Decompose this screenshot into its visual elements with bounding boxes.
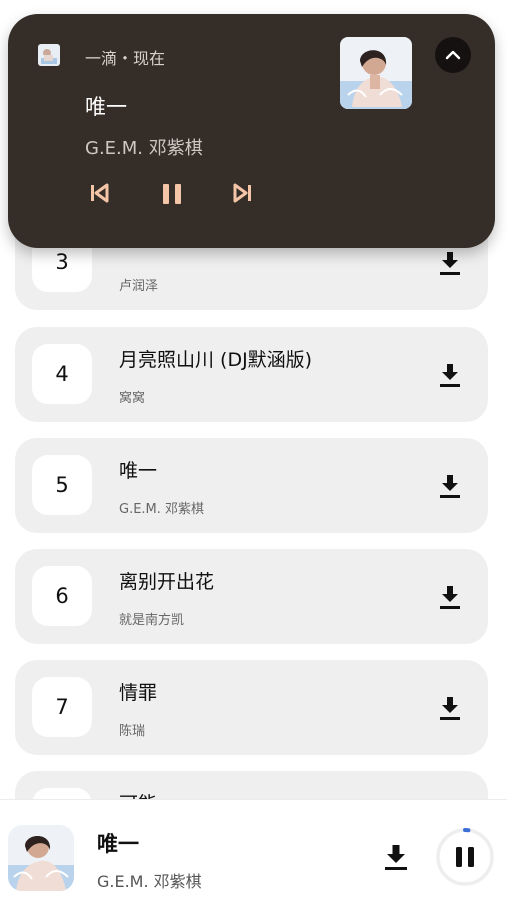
- player-artist: G.E.M. 邓紫棋: [97, 872, 202, 891]
- play-pause-button[interactable]: [436, 828, 494, 886]
- album-art: [340, 37, 412, 109]
- skip-next-icon[interactable]: [232, 182, 254, 204]
- download-icon[interactable]: [438, 249, 462, 277]
- pause-icon[interactable]: [160, 182, 184, 206]
- song-title: 可能: [119, 789, 157, 800]
- song-number: 7: [32, 677, 92, 737]
- skip-previous-icon[interactable]: [88, 182, 110, 204]
- song-card-8[interactable]: 8 可能: [15, 771, 488, 800]
- song-artist: 卢润泽: [119, 279, 159, 294]
- download-icon[interactable]: [438, 583, 462, 611]
- song-number: 4: [32, 344, 92, 404]
- song-number: 8: [32, 788, 92, 800]
- song-card-4[interactable]: 4 月亮照山川 (DJ默涵版) 窝窝: [15, 327, 488, 422]
- song-artist: 就是南方凯: [119, 613, 185, 628]
- collapse-button[interactable]: [435, 37, 471, 73]
- song-artist: G.E.M. 邓紫棋: [119, 502, 205, 517]
- download-icon[interactable]: [438, 694, 462, 722]
- song-title: 唯一: [119, 460, 158, 482]
- download-icon[interactable]: [438, 361, 462, 389]
- player-album-art[interactable]: [8, 825, 74, 891]
- song-artist: 陈瑞: [119, 724, 146, 739]
- media-notification[interactable]: 一滴・现在 唯一 G.E.M. 邓紫棋: [8, 14, 495, 248]
- notification-app-line: 一滴・现在: [85, 49, 166, 68]
- song-number: 5: [32, 455, 92, 515]
- app-icon: [38, 44, 60, 66]
- notification-song-title: 唯一: [85, 95, 127, 119]
- song-title: 月亮照山川 (DJ默涵版): [119, 349, 313, 371]
- download-icon[interactable]: [383, 842, 409, 872]
- notification-artist: G.E.M. 邓紫棋: [85, 138, 203, 159]
- song-artist: 窝窝: [119, 391, 146, 406]
- player-song-title: 唯一: [97, 832, 139, 856]
- song-card-6[interactable]: 6 离别开出花 就是南方凯: [15, 549, 488, 644]
- song-card-7[interactable]: 7 情罪 陈瑞: [15, 660, 488, 755]
- chevron-up-icon: [445, 50, 461, 60]
- download-icon[interactable]: [438, 472, 462, 500]
- mini-player[interactable]: 唯一 G.E.M. 邓紫棋: [0, 800, 507, 918]
- song-number: 6: [32, 566, 92, 626]
- song-card-5[interactable]: 5 唯一 G.E.M. 邓紫棋: [15, 438, 488, 533]
- pause-icon: [456, 847, 474, 867]
- song-title: 离别开出花: [119, 571, 215, 593]
- song-title: 情罪: [119, 682, 158, 704]
